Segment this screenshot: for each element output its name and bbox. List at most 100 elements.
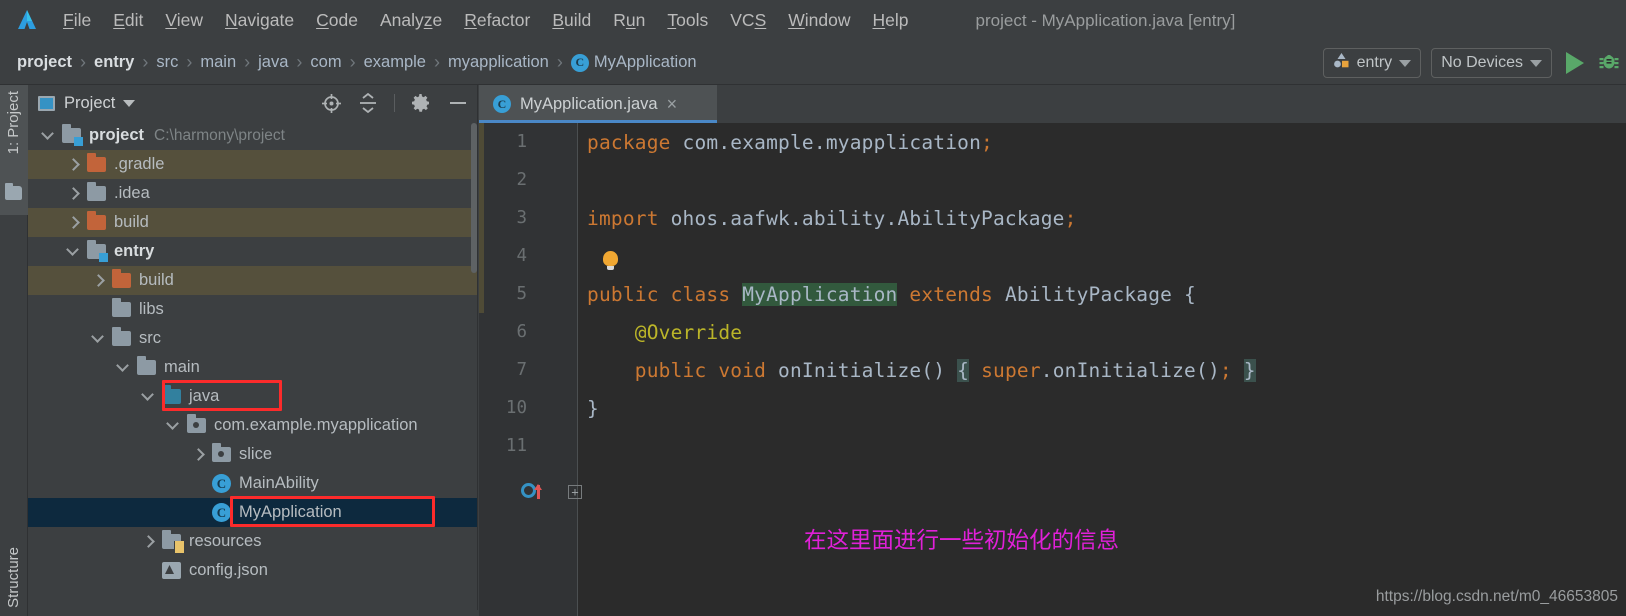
collapse-all-icon[interactable]	[358, 93, 378, 113]
debug-button[interactable]	[1598, 50, 1620, 77]
chevron-down-icon[interactable]	[117, 361, 130, 374]
menu-item-navigate[interactable]: Navigate	[214, 7, 305, 34]
menu-item-build[interactable]: Build	[541, 7, 602, 34]
chevron-right-icon[interactable]	[92, 274, 105, 287]
code-token: public class	[587, 282, 743, 306]
settings-gear-icon[interactable]	[411, 93, 431, 113]
chevron-right-icon[interactable]	[67, 158, 80, 171]
tree-row-mainability[interactable]: C MainAbility	[28, 469, 477, 498]
tree-row-libs[interactable]: libs	[28, 295, 477, 324]
folder-icon[interactable]	[5, 183, 22, 200]
class-icon: C	[212, 503, 231, 522]
run-configuration-selector[interactable]: entry	[1322, 48, 1422, 78]
chevron-down-icon[interactable]	[123, 99, 136, 107]
code-line-7[interactable]: 7 public void onInitialize() { super.onI…	[479, 351, 1626, 389]
menu-bar: File Edit View Navigate Code Analyze Refactor B…	[0, 0, 1626, 41]
intention-bulb-icon[interactable]	[603, 251, 618, 270]
override-method-marker-icon[interactable]	[521, 483, 542, 499]
tree-row-java[interactable]: java	[28, 382, 477, 411]
chevron-right-icon[interactable]	[67, 187, 80, 200]
menu-item-code[interactable]: Code	[305, 7, 369, 34]
chevron-down-icon[interactable]	[142, 390, 155, 403]
breadcrumb-item-entry[interactable]: entry	[89, 53, 139, 72]
tree-row-slice[interactable]: slice	[28, 440, 477, 469]
editor-tab-label: MyApplication.java	[520, 94, 658, 113]
tree-row-label: MyApplication	[239, 503, 342, 521]
tree-row-com-example-myapplication[interactable]: com.example.myapplication	[28, 411, 477, 440]
project-tree-scrollbar[interactable]	[471, 123, 477, 273]
code-line-1[interactable]: 1 package com.example.myapplication;	[479, 123, 1626, 161]
stripe-tab-structure[interactable]: Structure	[5, 547, 22, 608]
code-line-11[interactable]: 11	[479, 427, 1626, 465]
tree-row-resources[interactable]: resources	[28, 527, 477, 556]
watermark-text: https://blog.csdn.net/m0_46653805	[1375, 588, 1618, 605]
chevron-down-icon[interactable]	[92, 332, 105, 345]
code-line-3[interactable]: 3 import ohos.aafwk.ability.AbilityPackag…	[479, 199, 1626, 237]
code-line-2[interactable]: 2	[479, 161, 1626, 199]
menu-item-vcs[interactable]: VCS	[719, 7, 777, 34]
project-tool-window: Project project C:\harmony\project .grad…	[28, 85, 478, 616]
menu-item-view[interactable]: View	[154, 7, 214, 34]
locate-icon[interactable]	[321, 93, 342, 114]
editor-area: C MyApplication.java × 1 package com.exam…	[479, 85, 1626, 616]
chevron-right-icon[interactable]	[192, 448, 205, 461]
code-line-6[interactable]: 6 @Override	[479, 313, 1626, 351]
code-area[interactable]: 1 package com.example.myapplication; 2 3 imp…	[479, 123, 1626, 616]
menu-item-help[interactable]: Help	[862, 7, 920, 34]
breadcrumb-item-com[interactable]: com	[305, 53, 346, 72]
menu-item-window[interactable]: Window	[777, 7, 861, 34]
menu-item-refactor[interactable]: Refactor	[453, 7, 541, 34]
chevron-down-icon	[1399, 59, 1412, 67]
tree-row-myapplication[interactable]: C MyApplication	[28, 498, 477, 527]
tree-row-build[interactable]: build	[28, 208, 477, 237]
tree-row--idea[interactable]: .idea	[28, 179, 477, 208]
tree-row-entry[interactable]: entry	[28, 237, 477, 266]
stripe-tab-project[interactable]: 1: Project	[5, 91, 22, 154]
chevron-down-icon[interactable]	[42, 129, 55, 142]
tree-row-config-json[interactable]: config.json	[28, 556, 477, 585]
breadcrumb-item-project[interactable]: project	[12, 53, 77, 72]
menu-item-run[interactable]: Run	[602, 7, 656, 34]
tree-row-src[interactable]: src	[28, 324, 477, 353]
project-tree[interactable]: project C:\harmony\project .gradle .idea bui…	[28, 121, 477, 616]
folder-grey-icon	[137, 356, 156, 375]
left-tool-stripe: 1: Project Structure	[0, 85, 28, 616]
breadcrumb-item-java[interactable]: java	[253, 53, 293, 72]
hide-panel-icon[interactable]	[447, 93, 469, 113]
breadcrumb-item-class[interactable]: C MyApplication	[566, 53, 702, 72]
menu-items[interactable]: File Edit View Navigate Code Analyze Refactor B…	[52, 7, 920, 34]
chevron-down-icon[interactable]	[67, 245, 80, 258]
breadcrumb-item-src[interactable]: src	[151, 53, 183, 72]
tree-row--gradle[interactable]: .gradle	[28, 150, 477, 179]
menu-item-analyze[interactable]: Analyze	[369, 7, 453, 34]
editor-tab-myapplication[interactable]: C MyApplication.java ×	[479, 85, 717, 123]
code-token: @Override	[587, 320, 743, 344]
menu-item-file[interactable]: File	[52, 7, 102, 34]
code-line-4[interactable]: 4	[479, 237, 1626, 275]
folder-orange-icon	[87, 211, 106, 230]
project-panel-toolbar	[321, 85, 469, 121]
breadcrumb[interactable]: project › entry › src › main › java › com › example ›…	[12, 52, 702, 73]
tree-row-build[interactable]: build	[28, 266, 477, 295]
code-line-10[interactable]: 10}	[479, 389, 1626, 427]
menu-item-tools[interactable]: Tools	[656, 7, 719, 34]
tree-row-label: config.json	[189, 561, 268, 579]
menu-item-edit[interactable]: Edit	[102, 7, 154, 34]
breadcrumb-item-example[interactable]: example	[359, 53, 431, 72]
run-button[interactable]	[1566, 52, 1584, 74]
device-selector[interactable]: No Devices	[1431, 48, 1552, 78]
chevron-down-icon[interactable]	[167, 419, 180, 432]
tree-row-label: build	[114, 213, 149, 231]
tree-row-main[interactable]: main	[28, 353, 477, 382]
breadcrumb-item-myapplication[interactable]: myapplication	[443, 53, 554, 72]
tree-row-project[interactable]: project C:\harmony\project	[28, 121, 477, 150]
code-line-5[interactable]: 5 public class MyApplication extends Abil…	[479, 275, 1626, 313]
chevron-right-icon[interactable]	[142, 535, 155, 548]
code-token: AbilityPackage {	[993, 282, 1196, 306]
chevron-right-icon[interactable]	[67, 216, 80, 229]
breadcrumb-item-main[interactable]: main	[195, 53, 241, 72]
panel-bottom-strip	[28, 610, 478, 616]
tree-row-label: .gradle	[114, 155, 165, 173]
close-icon[interactable]: ×	[667, 95, 678, 113]
code-fold-expand-icon[interactable]: +	[568, 485, 582, 499]
